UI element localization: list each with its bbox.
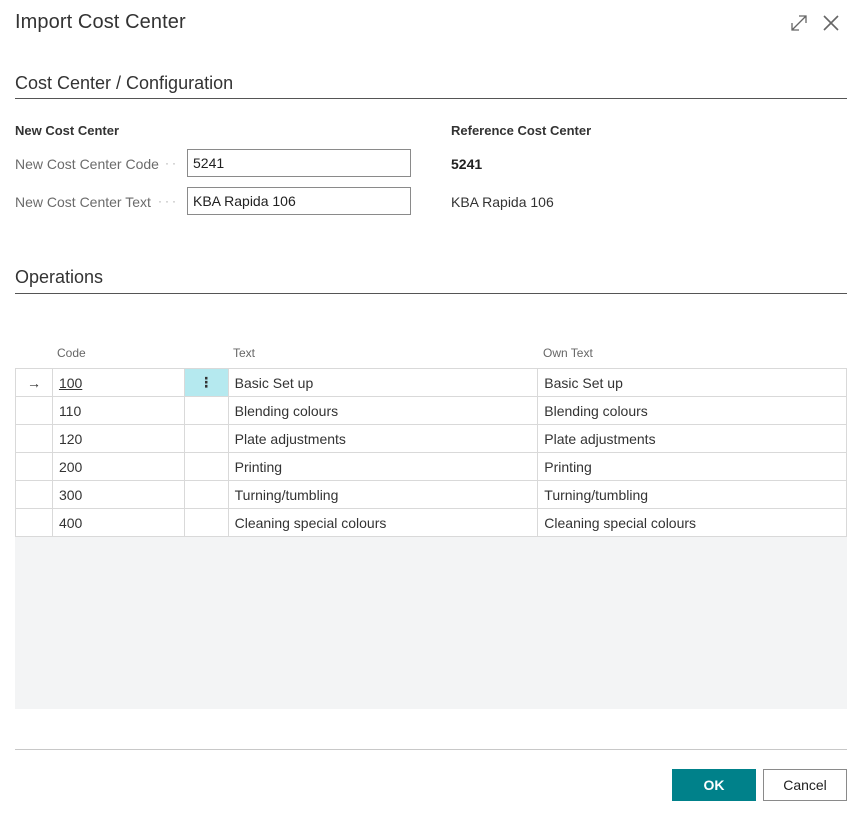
table-row[interactable]: 110 Blending colours Blending colours <box>15 396 847 425</box>
column-header-code[interactable]: Code <box>57 346 86 360</box>
operations-section-divider <box>15 293 847 294</box>
cancel-button[interactable]: Cancel <box>763 769 847 801</box>
new-cost-center-heading: New Cost Center <box>15 123 120 138</box>
row-menu-cell[interactable] <box>183 396 229 425</box>
row-menu-cell[interactable] <box>183 480 229 509</box>
row-selector-arrow-icon[interactable]: → <box>15 368 53 397</box>
operations-grid: Code Text Own Text → 100 ⋮ Basic Set up … <box>15 340 847 709</box>
expand-icon[interactable] <box>788 12 810 34</box>
new-cost-center-text-input[interactable] <box>187 187 411 215</box>
table-row[interactable]: → 100 ⋮ Basic Set up Basic Set up <box>15 368 847 397</box>
table-row[interactable]: 300 Turning/tumbling Turning/tumbling <box>15 480 847 509</box>
new-cost-center-text-label: New Cost Center Text <box>15 194 151 210</box>
operations-section-title: Operations <box>15 267 104 287</box>
reference-cost-center-code: 5241 <box>451 156 483 172</box>
field-leader-dots: ·· <box>165 156 179 170</box>
row-selector-cell[interactable] <box>15 480 53 509</box>
row-menu-cell[interactable] <box>183 452 229 481</box>
row-selector-cell[interactable] <box>15 452 53 481</box>
operation-own-text-cell[interactable]: Turning/tumbling <box>537 480 847 509</box>
row-selector-cell[interactable] <box>15 396 53 425</box>
operations-table: → 100 ⋮ Basic Set up Basic Set up 110 Bl… <box>15 368 847 537</box>
config-section-title: Cost Center / Configuration <box>15 73 234 93</box>
operation-text-cell[interactable]: Printing <box>227 452 539 481</box>
row-selector-cell[interactable] <box>15 424 53 453</box>
row-menu-cell[interactable] <box>183 424 229 453</box>
table-row[interactable]: 120 Plate adjustments Plate adjustments <box>15 424 847 453</box>
operation-text-cell[interactable]: Turning/tumbling <box>227 480 539 509</box>
table-row[interactable]: 400 Cleaning special colours Cleaning sp… <box>15 508 847 537</box>
new-cost-center-code-label: New Cost Center Code <box>15 156 159 172</box>
operation-code-cell[interactable]: 400 <box>51 508 185 537</box>
config-section-divider <box>15 98 847 99</box>
column-header-own-text[interactable]: Own Text <box>543 346 593 360</box>
ok-button[interactable]: OK <box>672 769 756 801</box>
footer-divider <box>15 749 847 750</box>
operation-code-cell[interactable]: 200 <box>51 452 185 481</box>
operation-code-link[interactable]: 100 <box>59 375 82 391</box>
operation-own-text-cell[interactable]: Printing <box>537 452 847 481</box>
operation-own-text-cell[interactable]: Cleaning special colours <box>537 508 847 537</box>
reference-cost-center-text: KBA Rapida 106 <box>451 194 554 210</box>
operation-code-cell[interactable]: 300 <box>51 480 185 509</box>
reference-cost-center-heading: Reference Cost Center <box>451 123 592 138</box>
operation-text-cell[interactable]: Plate adjustments <box>227 424 539 453</box>
operation-code-cell[interactable]: 110 <box>51 396 185 425</box>
operation-code-cell[interactable]: 100 <box>51 368 185 397</box>
column-header-text[interactable]: Text <box>233 346 255 360</box>
table-row[interactable]: 200 Printing Printing <box>15 452 847 481</box>
field-leader-dots: ··· <box>158 194 179 208</box>
operation-own-text-cell[interactable]: Basic Set up <box>537 368 847 397</box>
new-cost-center-code-input[interactable] <box>187 149 411 177</box>
dialog-title: Import Cost Center <box>15 11 186 33</box>
operation-text-cell[interactable]: Basic Set up <box>227 368 539 397</box>
row-menu-icon[interactable]: ⋮ <box>183 368 229 397</box>
row-menu-cell[interactable] <box>183 508 229 537</box>
operation-text-cell[interactable]: Blending colours <box>227 396 539 425</box>
close-icon[interactable] <box>820 12 842 34</box>
operation-code-cell[interactable]: 120 <box>51 424 185 453</box>
operation-own-text-cell[interactable]: Blending colours <box>537 396 847 425</box>
row-selector-cell[interactable] <box>15 508 53 537</box>
operation-text-cell[interactable]: Cleaning special colours <box>227 508 539 537</box>
operation-own-text-cell[interactable]: Plate adjustments <box>537 424 847 453</box>
